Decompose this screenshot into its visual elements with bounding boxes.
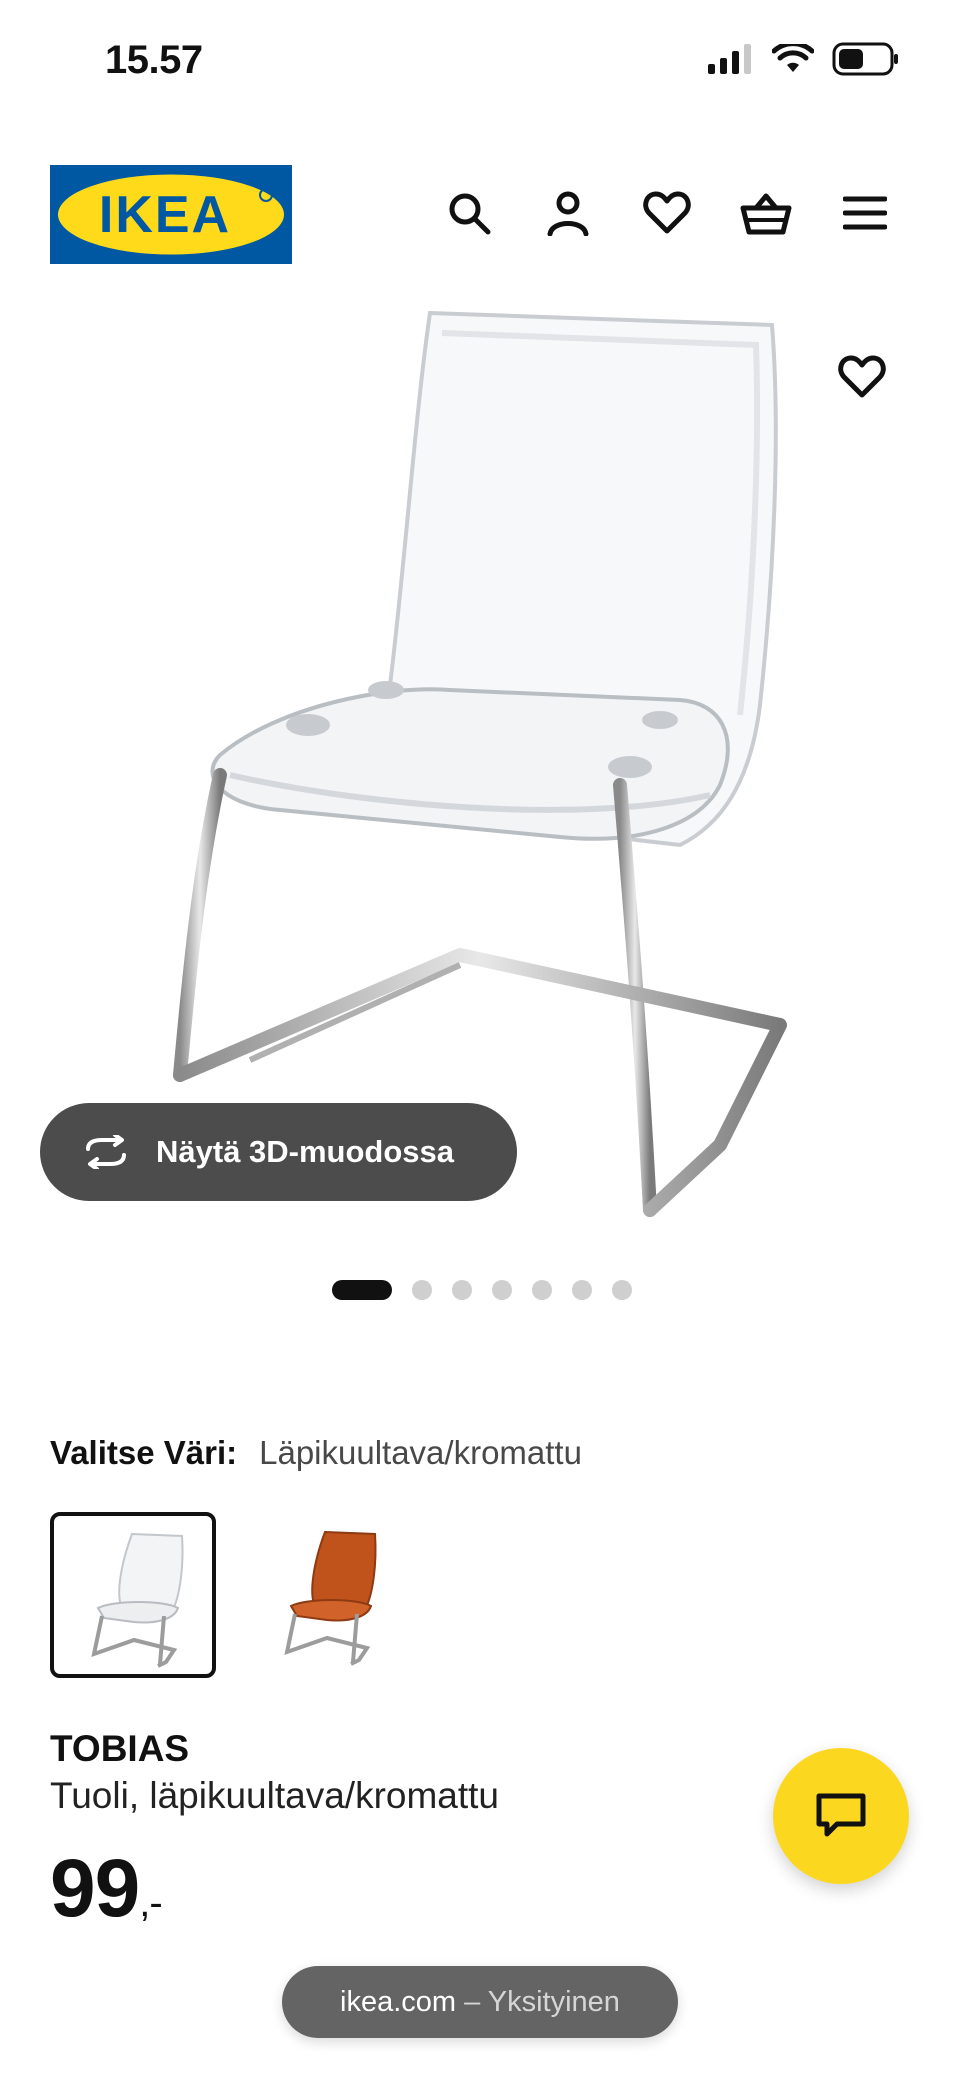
pagination-dot[interactable] [332,1280,392,1300]
view-3d-button[interactable]: Näytä 3D-muodossa [40,1103,517,1201]
color-value: Läpikuultava/kromattu [259,1434,582,1471]
private-mode-label: – Yksityinen [464,1985,620,2018]
account-button[interactable] [541,186,595,240]
image-pagination [332,1280,632,1300]
ikea-logo[interactable]: IKEA [50,165,292,264]
view-3d-label: Näytä 3D-muodossa [156,1134,455,1169]
menu-button[interactable] [838,186,892,240]
status-time: 15.57 [105,38,203,82]
browser-url-bar[interactable]: ikea.com – Yksityinen [282,1966,678,2038]
product-name: TOBIAS [50,1728,190,1769]
pagination-dot[interactable] [492,1280,512,1300]
product-image[interactable] [160,305,800,1235]
chat-button[interactable] [773,1748,909,1884]
heart-icon [838,355,886,398]
search-icon [449,193,491,235]
product-description: Tuoli, läpikuultava/kromattu [50,1775,500,1816]
basket-button[interactable] [739,186,793,240]
pagination-dot[interactable] [452,1280,472,1300]
signal-icon [708,44,751,74]
pagination-dot[interactable] [572,1280,592,1300]
pagination-dot[interactable] [612,1280,632,1300]
color-swatch-orange[interactable] [245,1512,411,1678]
add-to-favourites-button[interactable] [838,355,886,403]
account-icon [547,191,589,236]
color-swatch-transparent[interactable] [50,1512,216,1678]
color-selector-header: Valitse Väri: Läpikuultava/kromattu [50,1434,582,1472]
logo-text: IKEA [99,186,231,244]
pagination-dot[interactable] [412,1280,432,1300]
basket-icon [740,193,792,235]
pagination-dot[interactable] [532,1280,552,1300]
wifi-icon [772,44,814,72]
menu-icon [843,196,887,230]
heart-icon [643,191,691,234]
price-value: 99 [50,1843,140,1934]
search-button[interactable] [442,186,496,240]
color-label: Valitse Väri: [50,1434,238,1471]
product-price: 99,- [50,1842,163,1936]
url-text: ikea.com [340,1985,457,2018]
favourites-button[interactable] [640,186,694,240]
battery-icon [832,42,898,76]
chat-icon [816,1793,866,1837]
status-icons [708,42,900,76]
rotate-icon [86,1135,126,1169]
price-suffix: ,- [139,1881,162,1925]
